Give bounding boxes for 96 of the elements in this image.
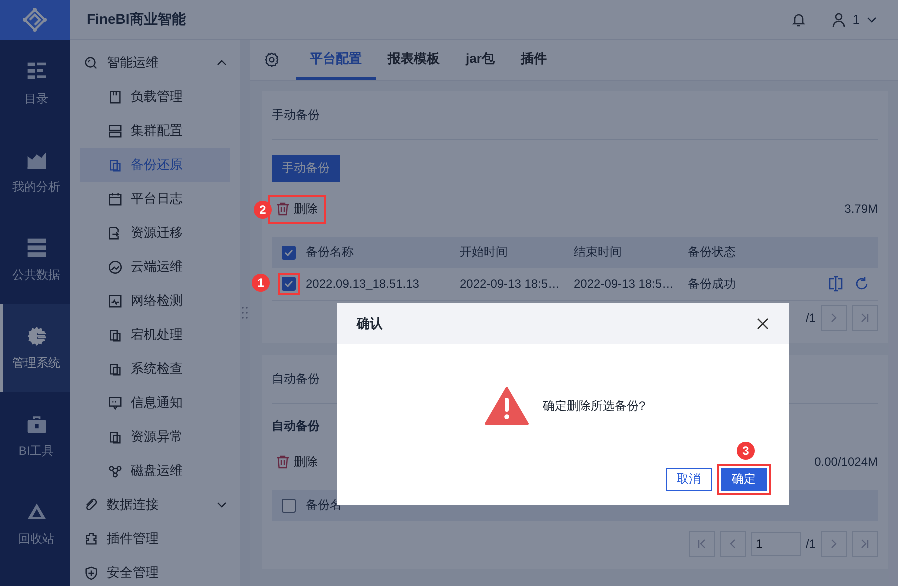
tab[interactable]: jar包 bbox=[452, 40, 509, 80]
menu-item[interactable]: 平台日志 bbox=[80, 182, 230, 216]
menu-icon bbox=[84, 532, 99, 546]
menu-item[interactable]: 磁盘运维 bbox=[80, 454, 230, 488]
menu-icon bbox=[84, 566, 99, 580]
nav-item[interactable]: 目录 bbox=[0, 40, 70, 128]
last-page-button[interactable] bbox=[852, 531, 878, 557]
check-icon bbox=[284, 279, 294, 289]
column-header: 备份状态 bbox=[688, 244, 737, 261]
checkbox[interactable] bbox=[282, 277, 296, 291]
menu-icon bbox=[108, 328, 123, 342]
callout-frame bbox=[717, 464, 771, 495]
page-total: /1 bbox=[806, 537, 816, 551]
callout-frame bbox=[278, 273, 300, 295]
table-cell-text: 2022-09-13 18:5… bbox=[574, 277, 676, 291]
first-page-button[interactable] bbox=[688, 531, 715, 557]
settings-icon[interactable] bbox=[264, 52, 280, 68]
nav-item[interactable]: 回收站 bbox=[0, 480, 70, 568]
callout-badge: 3 bbox=[737, 442, 755, 460]
menu-item[interactable]: 备份还原 bbox=[80, 148, 230, 182]
nav-item[interactable]: 管理系统 bbox=[0, 304, 70, 392]
tab[interactable]: 插件 bbox=[506, 40, 561, 80]
drag-handle-icon[interactable] bbox=[242, 307, 248, 319]
nav-item[interactable]: 我的分析 bbox=[0, 128, 70, 216]
menu-icon bbox=[108, 294, 123, 308]
menu-item[interactable]: 负载管理 bbox=[80, 80, 230, 114]
chevron-icon bbox=[696, 538, 708, 550]
refresh-icon[interactable] bbox=[854, 276, 870, 292]
chevron-icon bbox=[859, 312, 871, 324]
menu-item[interactable]: 云端运维 bbox=[80, 250, 230, 284]
delete-button[interactable]: 删除 bbox=[272, 452, 322, 472]
page-input[interactable]: 1 bbox=[750, 532, 801, 556]
menu-icon bbox=[108, 260, 123, 274]
callout-badge: 1 bbox=[252, 274, 270, 292]
cancel-button[interactable]: 取消 bbox=[666, 468, 712, 491]
menu-icon bbox=[108, 464, 123, 478]
section-title: 自动备份 bbox=[272, 370, 320, 388]
last-page-button[interactable] bbox=[852, 305, 878, 331]
delete-button[interactable]: 删除 bbox=[272, 198, 322, 220]
close-icon[interactable] bbox=[757, 318, 769, 330]
app-title: FineBI商业智能 bbox=[87, 10, 187, 28]
menu-icon bbox=[84, 56, 99, 70]
menu-icon bbox=[108, 396, 123, 410]
backup-button[interactable]: 手动备份 bbox=[272, 155, 340, 182]
trash-icon bbox=[276, 202, 290, 216]
nav-item[interactable]: 公共数据 bbox=[0, 216, 70, 304]
menu-icon bbox=[108, 192, 123, 206]
menu-item[interactable]: 宕机处理 bbox=[80, 318, 230, 352]
logo-icon bbox=[22, 7, 48, 33]
menu-item[interactable]: 集群配置 bbox=[80, 114, 230, 148]
menu-icon bbox=[108, 362, 123, 376]
table-cell-text: 2022.09.13_18.51.13 bbox=[306, 277, 420, 291]
column-header: 结束时间 bbox=[574, 244, 623, 261]
menu-item[interactable]: 网络检测 bbox=[80, 284, 230, 318]
menu-item[interactable]: 资源异常 bbox=[80, 420, 230, 454]
list-icon bbox=[26, 60, 48, 82]
menu-item[interactable]: 智能运维 bbox=[70, 46, 240, 80]
chevron-icon bbox=[859, 538, 871, 550]
menu-icon bbox=[108, 430, 123, 444]
checkbox[interactable] bbox=[282, 246, 296, 260]
menu-icon bbox=[108, 124, 123, 138]
menu-item[interactable]: 信息通知 bbox=[80, 386, 230, 420]
trash-icon bbox=[276, 455, 290, 469]
nav-item[interactable]: BI工具 bbox=[0, 392, 70, 480]
callout-badge: 2 bbox=[254, 200, 272, 218]
section-subtitle: 自动备份 bbox=[272, 418, 321, 435]
column-header: 备份名称 bbox=[306, 244, 355, 261]
menu-icon bbox=[84, 498, 99, 512]
gear-icon bbox=[26, 324, 48, 346]
warning-icon bbox=[485, 387, 529, 425]
menu-item[interactable]: 数据连接 bbox=[70, 488, 240, 522]
database-icon bbox=[26, 236, 48, 258]
section-title: 手动备份 bbox=[272, 106, 320, 124]
menu-item[interactable]: 系统检查 bbox=[80, 352, 230, 386]
restore-icon[interactable] bbox=[828, 276, 844, 292]
table-cell-text: 2022-09-13 18:5… bbox=[460, 277, 562, 291]
table-cell-text: 备份成功 bbox=[688, 276, 737, 292]
menu-item[interactable]: 插件管理 bbox=[70, 522, 240, 556]
confirm-button[interactable]: 确定 bbox=[721, 468, 767, 491]
bell-icon[interactable] bbox=[790, 12, 807, 28]
dialog-message: 确定删除所选备份? bbox=[543, 398, 646, 414]
menu-item[interactable]: 资源迁移 bbox=[80, 216, 230, 250]
user-menu[interactable]: 1 bbox=[830, 12, 878, 28]
menu-icon bbox=[108, 158, 123, 172]
user-icon bbox=[830, 12, 847, 28]
tab[interactable]: 报表模板 bbox=[374, 40, 454, 80]
tab[interactable]: 平台配置 bbox=[296, 40, 376, 80]
checkbox[interactable] bbox=[282, 498, 296, 512]
check-icon bbox=[284, 248, 294, 258]
page-total: /1 bbox=[806, 311, 816, 325]
column-header: 开始时间 bbox=[460, 244, 509, 261]
dialog-title: 确认 bbox=[357, 314, 383, 332]
storage-size: 0.00/1024M bbox=[814, 455, 878, 469]
menu-item[interactable]: 安全管理 bbox=[70, 556, 240, 586]
menu-icon bbox=[108, 90, 123, 104]
storage-size: 3.79M bbox=[844, 202, 878, 216]
